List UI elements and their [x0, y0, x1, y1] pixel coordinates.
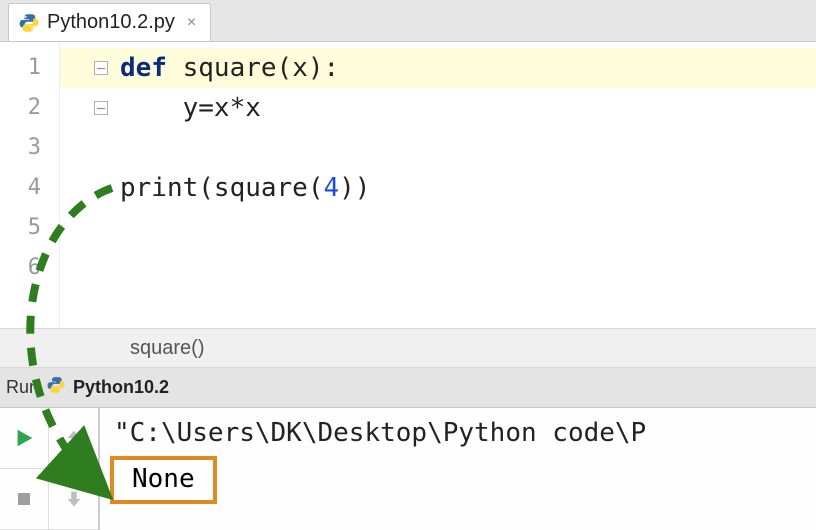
- code-area[interactable]: def square(x): y=x*x print(square(4)): [60, 42, 816, 328]
- code-token: (x):: [277, 53, 340, 83]
- code-line[interactable]: [60, 128, 816, 168]
- console-result-text: None: [132, 464, 195, 494]
- run-button[interactable]: [0, 408, 49, 469]
- line-number: 2: [0, 88, 59, 128]
- line-number: 5: [0, 208, 59, 248]
- line-number: 3: [0, 128, 59, 168]
- console-panel: "C:\Users\DK\Desktop\Python code\P None: [0, 408, 816, 530]
- code-token: 4: [324, 173, 340, 203]
- code-token: y=x*x: [120, 93, 261, 123]
- line-number: 4: [0, 168, 59, 208]
- stop-button[interactable]: [0, 469, 49, 530]
- structure-breadcrumb[interactable]: square(): [0, 328, 816, 368]
- python-file-icon: [47, 376, 65, 399]
- step-up-button[interactable]: [49, 408, 98, 469]
- code-token: def: [120, 53, 183, 83]
- run-panel-label: Run: [6, 377, 39, 398]
- breadcrumb-text: square(): [130, 337, 204, 360]
- file-tab[interactable]: Python10.2.py ×: [8, 3, 211, 41]
- code-line[interactable]: y=x*x: [60, 88, 816, 128]
- tab-bar: Python10.2.py ×: [0, 0, 816, 42]
- file-tab-label: Python10.2.py: [47, 11, 175, 34]
- step-down-button[interactable]: [49, 469, 98, 530]
- code-line[interactable]: [60, 208, 816, 248]
- line-number: 1: [0, 48, 59, 88]
- console-output[interactable]: "C:\Users\DK\Desktop\Python code\P None: [100, 408, 816, 530]
- code-token: )): [339, 173, 370, 203]
- python-file-icon: [19, 13, 39, 33]
- fold-toggle-icon[interactable]: [94, 61, 108, 75]
- code-line[interactable]: print(square(4)): [60, 168, 816, 208]
- code-line[interactable]: def square(x):: [60, 48, 816, 88]
- run-config-name: Python10.2: [73, 377, 169, 398]
- run-panel-header[interactable]: Run Python10.2: [0, 368, 816, 408]
- code-token: square: [183, 53, 277, 83]
- console-result-highlight: None: [110, 456, 217, 504]
- console-path-line: "C:\Users\DK\Desktop\Python code\P: [114, 418, 802, 448]
- code-editor[interactable]: 1 2 3 4 5 6 def square(x): y=x*x print(sq…: [0, 42, 816, 328]
- line-number-gutter: 1 2 3 4 5 6: [0, 42, 60, 328]
- code-line[interactable]: [60, 248, 816, 288]
- fold-toggle-icon[interactable]: [94, 101, 108, 115]
- console-toolbar: [0, 408, 100, 530]
- close-tab-icon[interactable]: ×: [183, 14, 200, 32]
- code-token: print(square(: [120, 173, 324, 203]
- line-number: 6: [0, 248, 59, 288]
